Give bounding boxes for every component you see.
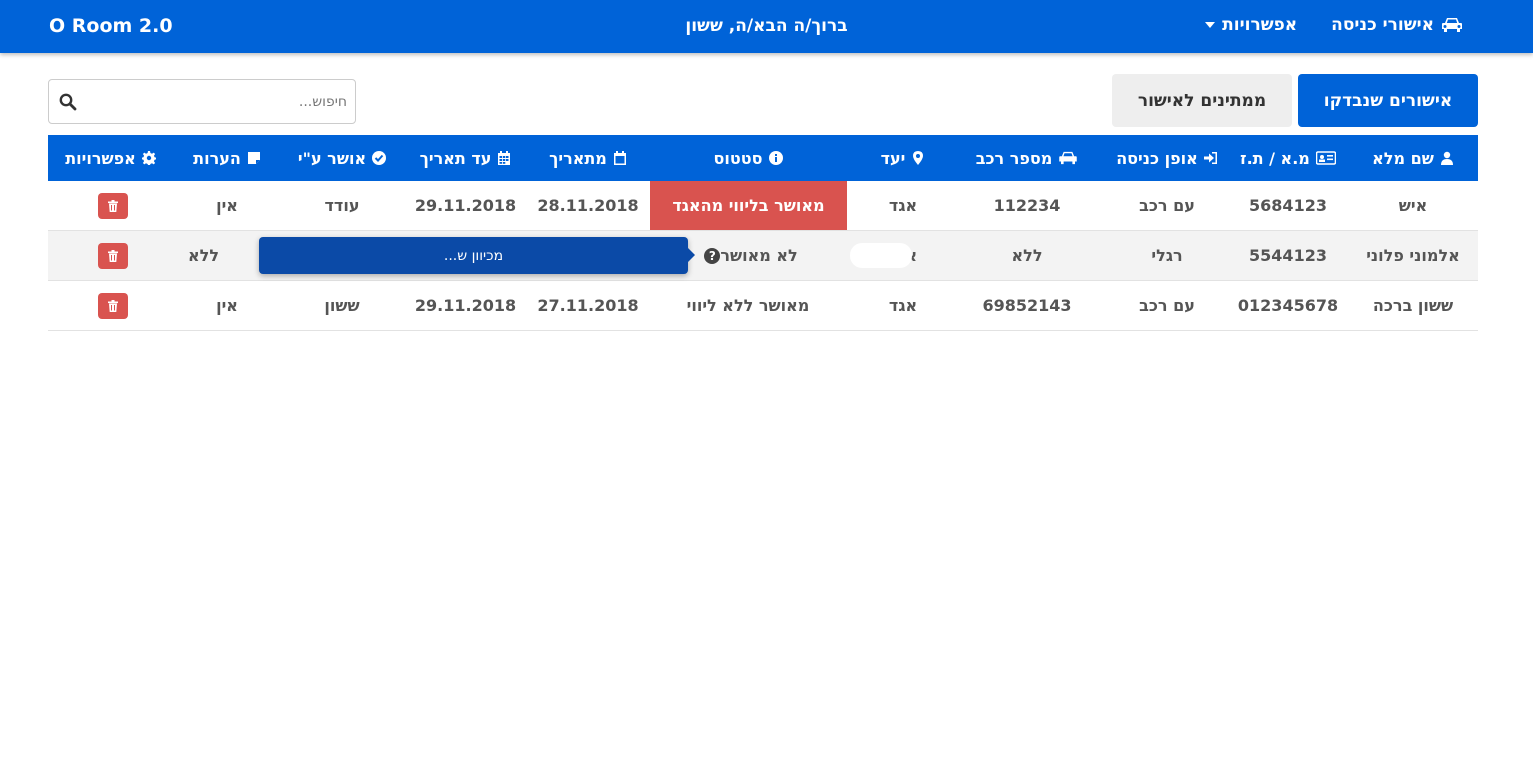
cell-entry-type: רגלי [1151,246,1183,265]
trash-icon [108,249,118,262]
status-text: לא מאושר [720,246,798,265]
id-card-icon [1315,151,1336,165]
header-notes[interactable]: הערות [173,135,281,181]
cell-options [48,181,178,230]
top-navbar: O Room 2.0 ברוך/ה הבא/ה, ששון אישורי כני… [0,0,1533,53]
cell-notes: ללא [188,246,220,265]
map-marker-icon [913,151,924,165]
cell-from-date: 28.11.2018 [537,196,639,215]
search-icon[interactable] [59,93,77,111]
cell-status: מאושר ללא ליווי [686,296,810,315]
cell-id: 5544123 [1249,246,1327,265]
cell-approved-by: ששון [324,296,360,315]
cell-destination: אגד [888,196,918,215]
cell-status: לא מאושר ? [688,231,808,280]
header-destination[interactable]: יעד [848,135,958,181]
cell-notes: אין [216,296,238,315]
calendar-icon [613,151,626,165]
table-row[interactable]: איש 5684123 עם רכב 112234 אגד מאושר בליו… [48,181,1478,231]
header-id[interactable]: מ.א / ת.ז [1228,135,1348,181]
header-status[interactable]: סטטוס [648,135,848,181]
header-full-name[interactable]: שם מלא [1348,135,1478,181]
cell-options [48,231,178,280]
car-icon [1059,151,1078,165]
status-tooltip: מכיוון ש... [259,237,695,274]
search-input[interactable] [85,88,347,116]
cell-name: אלמוני פלוני [1366,246,1460,265]
delete-button[interactable] [98,192,128,219]
cell-approved-by: עודד [324,196,360,215]
car-icon [1442,18,1462,32]
nav-item-label: אפשרויות [1222,15,1298,35]
header-entry-type[interactable]: אופן כניסה [1106,135,1228,181]
cell-name: איש [1398,196,1428,215]
header-car-number[interactable]: מספר רכב [958,135,1096,181]
nav-menu: אישורי כניסה אפשרויות [1205,15,1463,35]
delete-button[interactable] [98,292,128,319]
cell-name: ששון ברכה [1372,296,1454,315]
table-row[interactable]: ששון ברכה 012345678 עם רכב 69852143 אגד … [48,281,1478,331]
permits-table: שם מלא מ.א / ת.ז אופן כניסה מספר רכב יעד… [48,135,1478,331]
search-box [48,79,356,124]
nav-item-entry-permits[interactable]: אישורי כניסה [1331,15,1463,35]
destination-pill [850,243,912,268]
cell-to-date: 29.11.2018 [414,296,517,315]
calendar-grid-icon [498,151,511,165]
header-approved-by[interactable]: אושר ע"י [281,135,403,181]
pending-approval-button[interactable]: ממתינים לאישור [1112,74,1292,127]
cell-car-number: ללא [1011,246,1043,265]
cell-id: 5684123 [1249,196,1327,215]
cell-car-number: 69852143 [982,296,1072,315]
header-from-date[interactable]: מתאריך [528,135,648,181]
check-circle-icon [372,151,387,165]
cell-options [48,281,178,330]
trash-icon [108,199,118,212]
cell-entry-type: עם רכב [1139,296,1195,315]
cell-notes: אין [216,196,238,215]
cell-id: 012345678 [1237,296,1339,315]
user-icon [1440,151,1453,165]
sign-in-icon [1203,152,1217,164]
cell-to-date: 29.11.2018 [414,196,517,215]
note-icon [247,152,260,164]
delete-button[interactable] [98,242,128,269]
cell-from-date: 27.11.2018 [537,296,639,315]
header-to-date[interactable]: עד תאריך [403,135,528,181]
info-icon [768,151,783,165]
status-badge: מאושר בליווי מהאגד [650,181,847,230]
cell-entry-type: עם רכב [1139,196,1195,215]
table-header: שם מלא מ.א / ת.ז אופן כניסה מספר רכב יעד… [48,135,1478,181]
caret-down-icon [1205,22,1216,28]
header-options[interactable]: אפשרויות [48,135,173,181]
nav-item-label: אישורי כניסה [1331,15,1434,35]
checked-permits-button[interactable]: אישורים שנבדקו [1298,74,1478,127]
gear-icon [141,151,156,165]
trash-icon [108,299,118,312]
cell-car-number: 112234 [993,196,1061,215]
nav-item-options-dropdown[interactable]: אפשרויות [1205,15,1297,35]
question-circle-icon[interactable]: ? [704,247,721,264]
cell-destination: אגד [888,296,918,315]
